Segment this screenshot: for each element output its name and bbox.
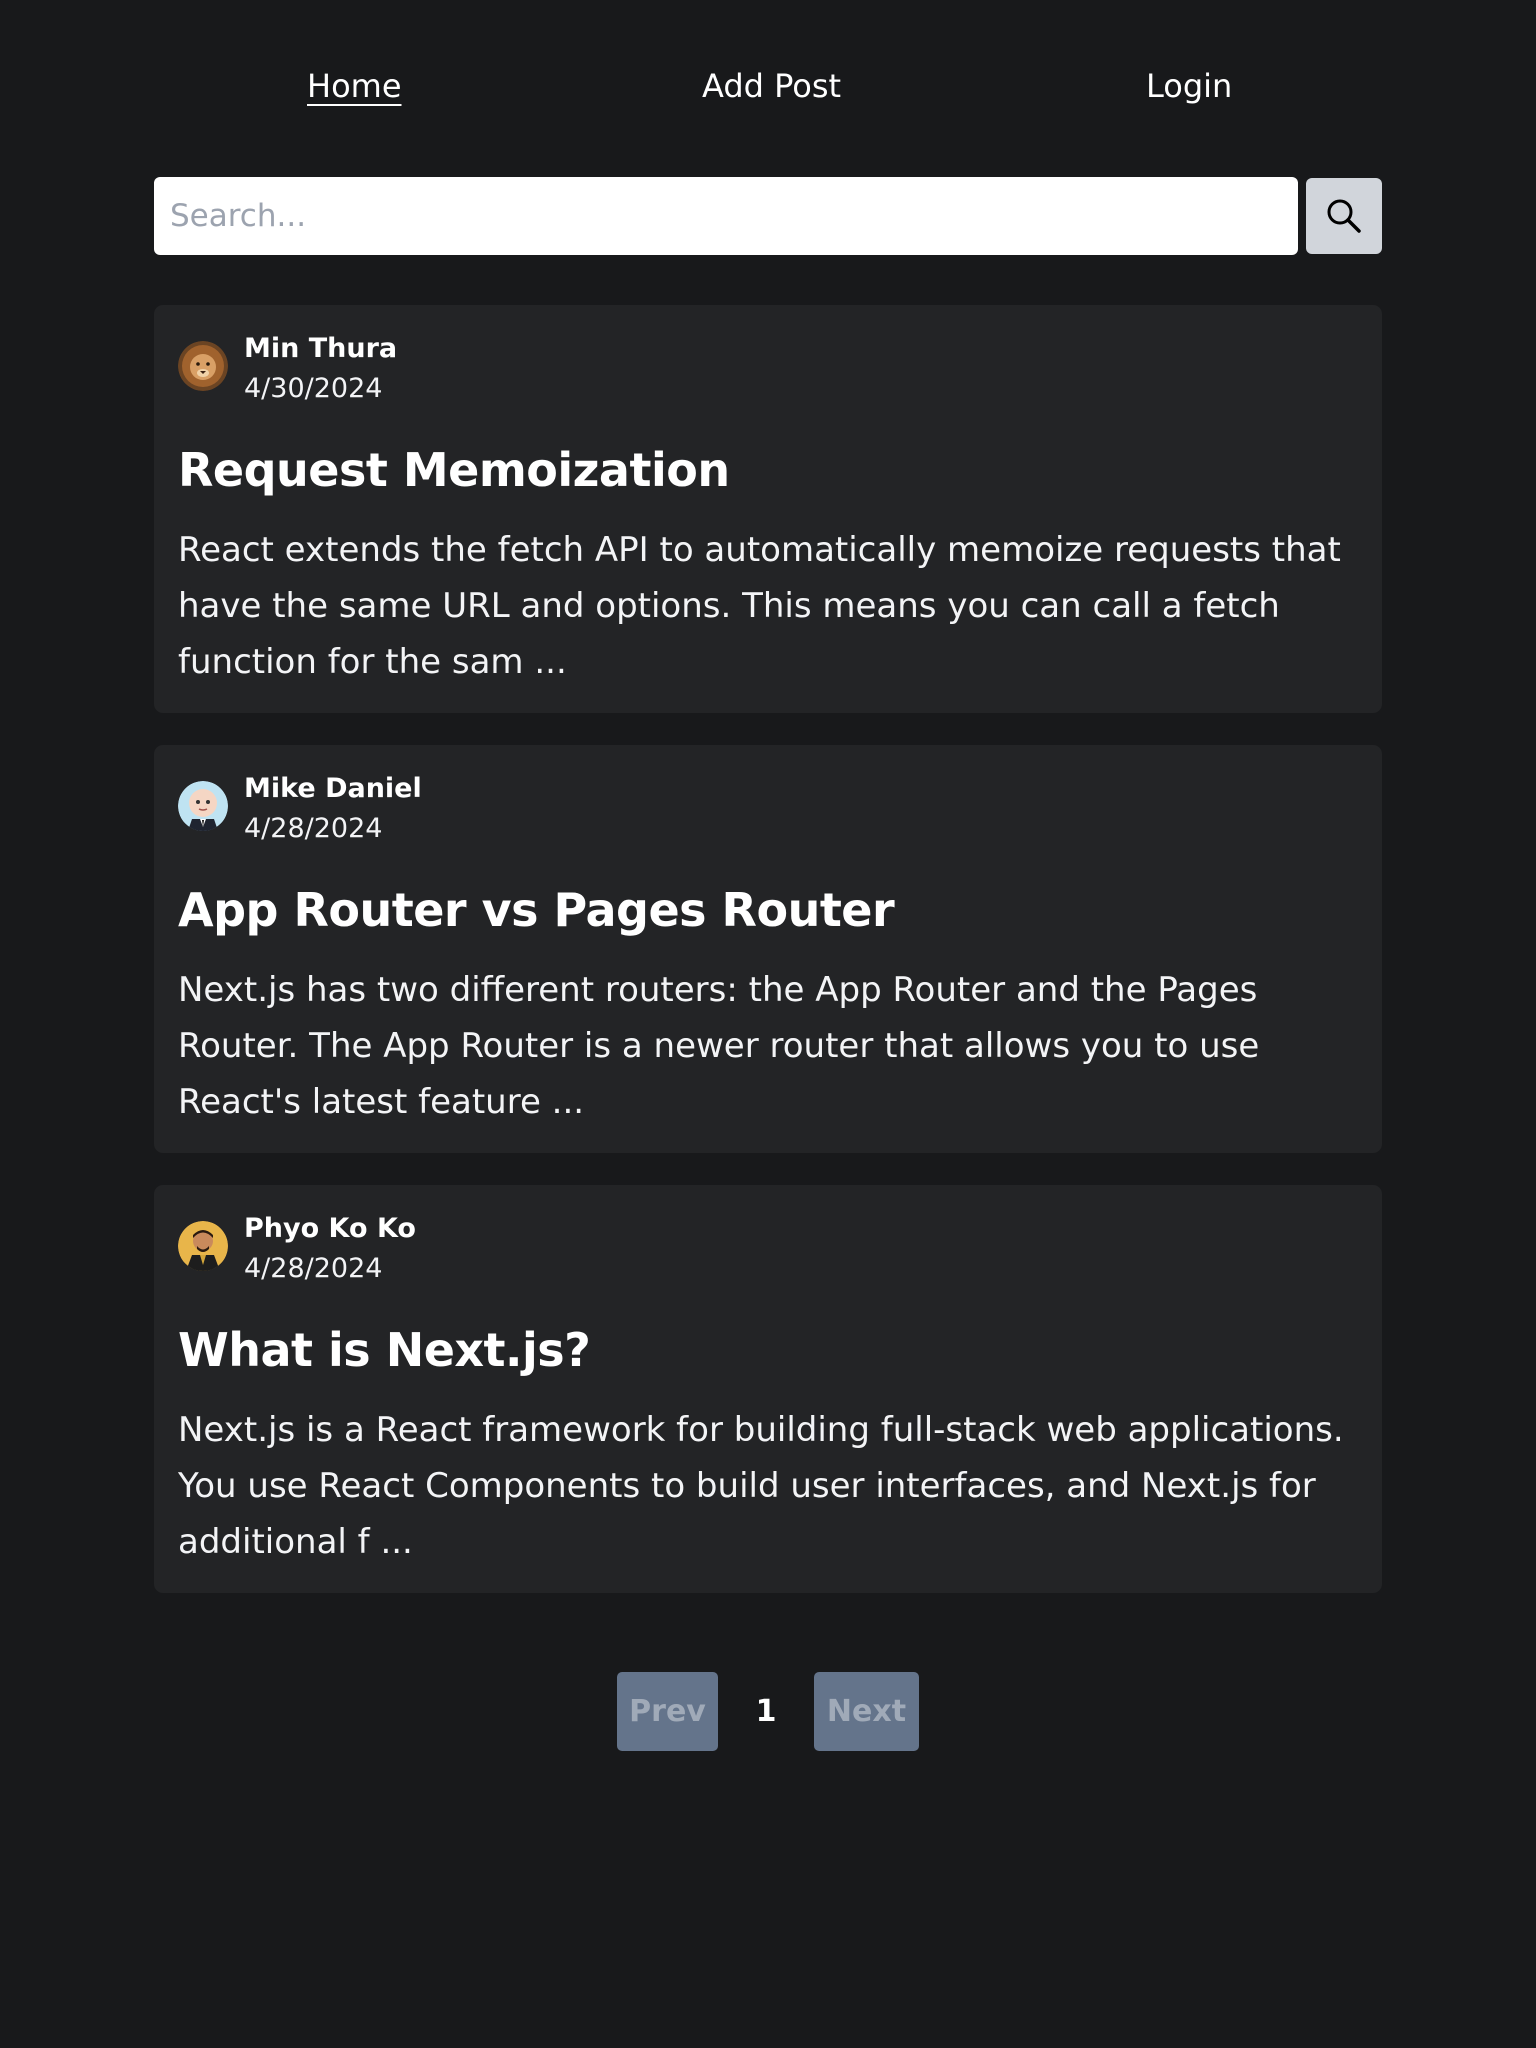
search-input[interactable]	[154, 177, 1298, 255]
current-page-number: 1	[755, 1694, 777, 1729]
search-bar	[154, 177, 1382, 255]
avatar	[178, 781, 228, 831]
prev-button[interactable]: Prev	[617, 1672, 718, 1751]
post-excerpt: React extends the fetch API to automatic…	[178, 530, 1341, 682]
post-excerpt: Next.js has two different routers: the A…	[178, 970, 1260, 1122]
post-author: Mike Daniel	[244, 773, 422, 804]
post-card[interactable]: Mike Daniel 4/28/2024 App Router vs Page…	[154, 745, 1382, 1153]
post-date: 4/28/2024	[244, 1253, 383, 1284]
search-icon	[1327, 199, 1361, 233]
top-nav: Home Add Post Login	[154, 64, 1382, 114]
post-excerpt: Next.js is a React framework for buildin…	[178, 1410, 1344, 1562]
nav-login-link[interactable]: Login	[1146, 64, 1232, 108]
post-card[interactable]: Phyo Ko Ko 4/28/2024 What is Next.js? Ne…	[154, 1185, 1382, 1593]
lion-avatar-icon	[178, 341, 228, 391]
pagination: Prev 1 Next	[0, 1672, 1536, 1752]
post-card[interactable]: Min Thura 4/30/2024 Request Memoization …	[154, 305, 1382, 713]
search-button[interactable]	[1306, 178, 1382, 254]
next-button[interactable]: Next	[814, 1672, 919, 1751]
post-date: 4/30/2024	[244, 373, 383, 404]
nav-add-post-link[interactable]: Add Post	[702, 64, 841, 108]
avatar	[178, 341, 228, 391]
avatar	[178, 1221, 228, 1271]
post-date: 4/28/2024	[244, 813, 383, 844]
person-avatar-icon	[178, 1221, 228, 1271]
baby-boss-avatar-icon	[178, 781, 228, 831]
post-title[interactable]: Request Memoization	[178, 440, 730, 500]
page: Home Add Post Login Min Thura 4/3	[0, 0, 1536, 2048]
post-title[interactable]: What is Next.js?	[178, 1320, 591, 1380]
post-author: Min Thura	[244, 333, 398, 364]
nav-home-link[interactable]: Home	[307, 64, 402, 108]
post-author: Phyo Ko Ko	[244, 1213, 416, 1244]
post-title[interactable]: App Router vs Pages Router	[178, 880, 895, 940]
